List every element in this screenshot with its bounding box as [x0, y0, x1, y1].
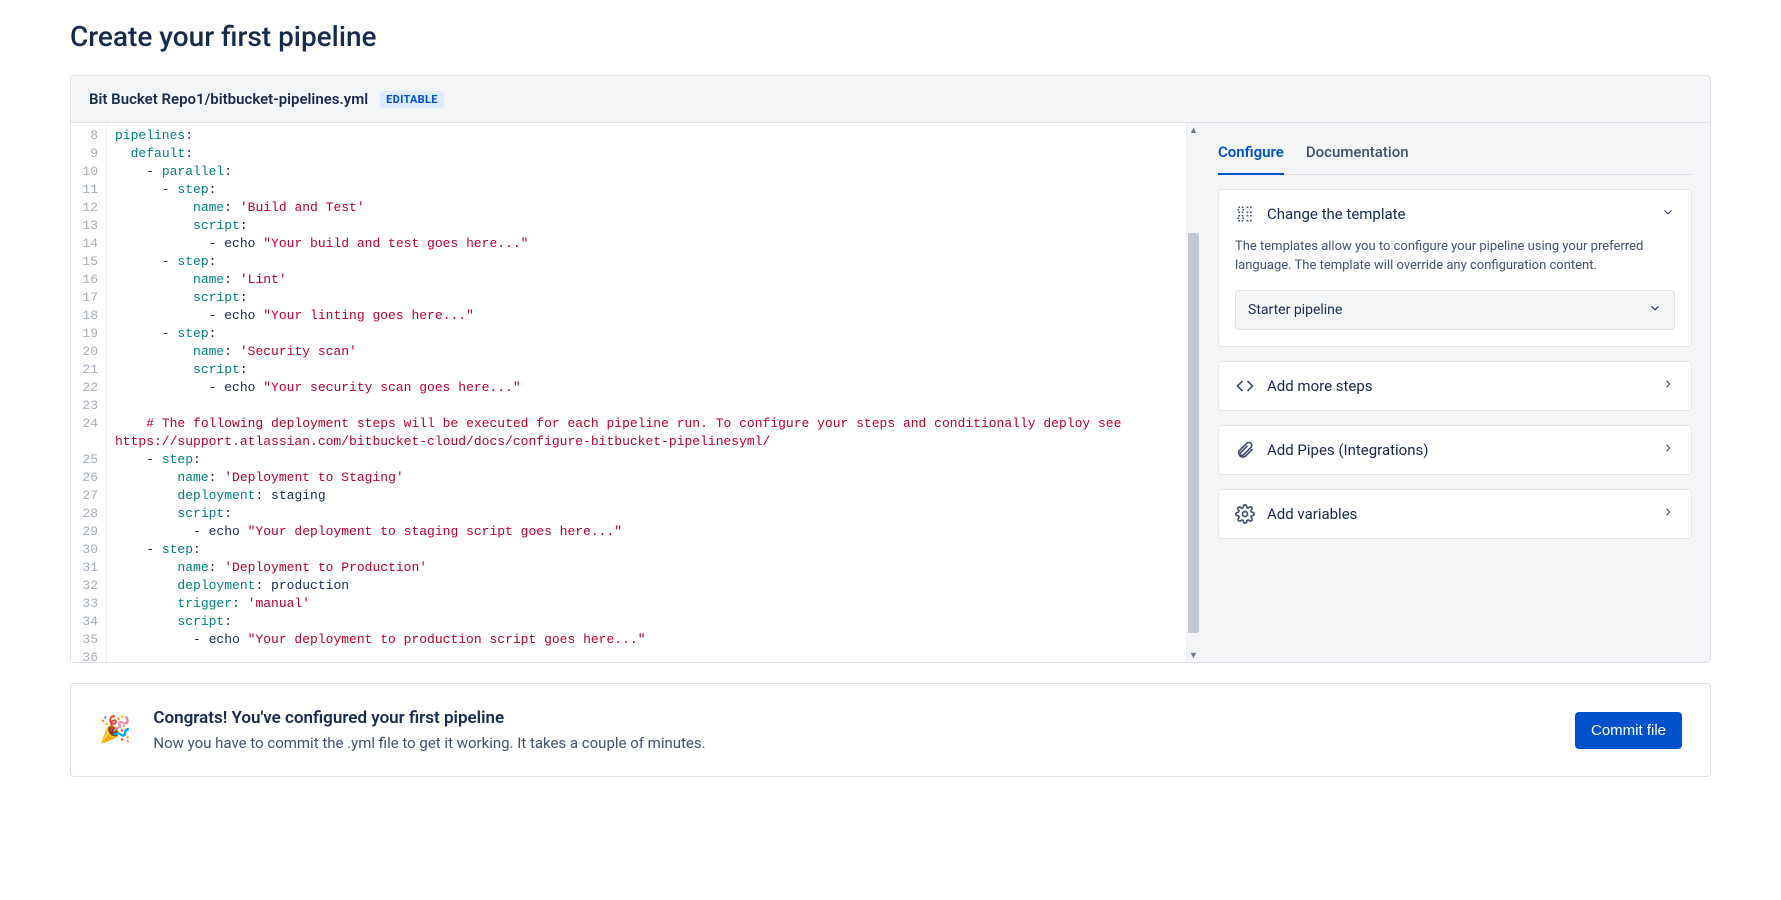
footer-title: Congrats! You've configured your first p…	[153, 708, 705, 728]
tab-documentation[interactable]: Documentation	[1306, 133, 1409, 174]
commit-file-button[interactable]: Commit file	[1575, 712, 1682, 749]
add-more-steps-head[interactable]: Add more steps	[1219, 362, 1691, 410]
tab-configure[interactable]: Configure	[1218, 133, 1284, 175]
template-select-value: Starter pipeline	[1248, 302, 1342, 318]
gear-icon	[1235, 504, 1255, 524]
config-sidebar: Configure Documentation Change the templa…	[1200, 122, 1710, 662]
chevron-down-icon	[1661, 205, 1675, 223]
attach-icon	[1235, 440, 1255, 460]
file-path: Bit Bucket Repo1/bitbucket-pipelines.yml	[89, 90, 368, 108]
template-select[interactable]: Starter pipeline	[1235, 290, 1675, 330]
change-template-card: Change the template The templates allow …	[1218, 189, 1692, 347]
party-icon: 🎉	[99, 715, 131, 745]
chevron-right-icon	[1661, 505, 1675, 523]
template-icon	[1235, 204, 1255, 224]
editor-scrollbar[interactable]: ▲ ▼	[1186, 123, 1200, 662]
add-variables-head[interactable]: Add variables	[1219, 490, 1691, 538]
editable-badge: EDITABLE	[380, 91, 444, 108]
scroll-down-icon[interactable]: ▼	[1187, 648, 1200, 662]
card-title: Add variables	[1267, 505, 1649, 523]
card-title: Add more steps	[1267, 377, 1649, 395]
change-template-head[interactable]: Change the template	[1219, 190, 1691, 238]
add-pipes-integrations--head[interactable]: Add Pipes (Integrations)	[1219, 426, 1691, 474]
add-variables-card: Add variables	[1218, 489, 1692, 539]
line-number-gutter: 89101112131415161718192021222324 2526272…	[71, 123, 107, 662]
add-more-steps-card: Add more steps	[1218, 361, 1692, 411]
code-editor[interactable]: pipelines: default: - parallel: - step: …	[107, 123, 1186, 662]
panel-header: Bit Bucket Repo1/bitbucket-pipelines.yml…	[71, 76, 1710, 122]
scroll-up-icon[interactable]: ▲	[1187, 123, 1200, 137]
footer-panel: 🎉 Congrats! You've configured your first…	[70, 683, 1711, 777]
footer-desc: Now you have to commit the .yml file to …	[153, 734, 705, 752]
chevron-right-icon	[1661, 377, 1675, 395]
code-icon	[1235, 376, 1255, 396]
chevron-down-icon	[1648, 301, 1662, 319]
chevron-right-icon	[1661, 441, 1675, 459]
sidebar-tabs: Configure Documentation	[1218, 133, 1692, 175]
add-pipes-integrations--card: Add Pipes (Integrations)	[1218, 425, 1692, 475]
editor-panel: Bit Bucket Repo1/bitbucket-pipelines.yml…	[70, 75, 1711, 663]
page-title: Create your first pipeline	[70, 20, 1711, 53]
change-template-desc: The templates allow you to configure you…	[1235, 238, 1675, 276]
change-template-title: Change the template	[1267, 205, 1649, 223]
scroll-thumb[interactable]	[1188, 233, 1199, 633]
card-title: Add Pipes (Integrations)	[1267, 441, 1649, 459]
